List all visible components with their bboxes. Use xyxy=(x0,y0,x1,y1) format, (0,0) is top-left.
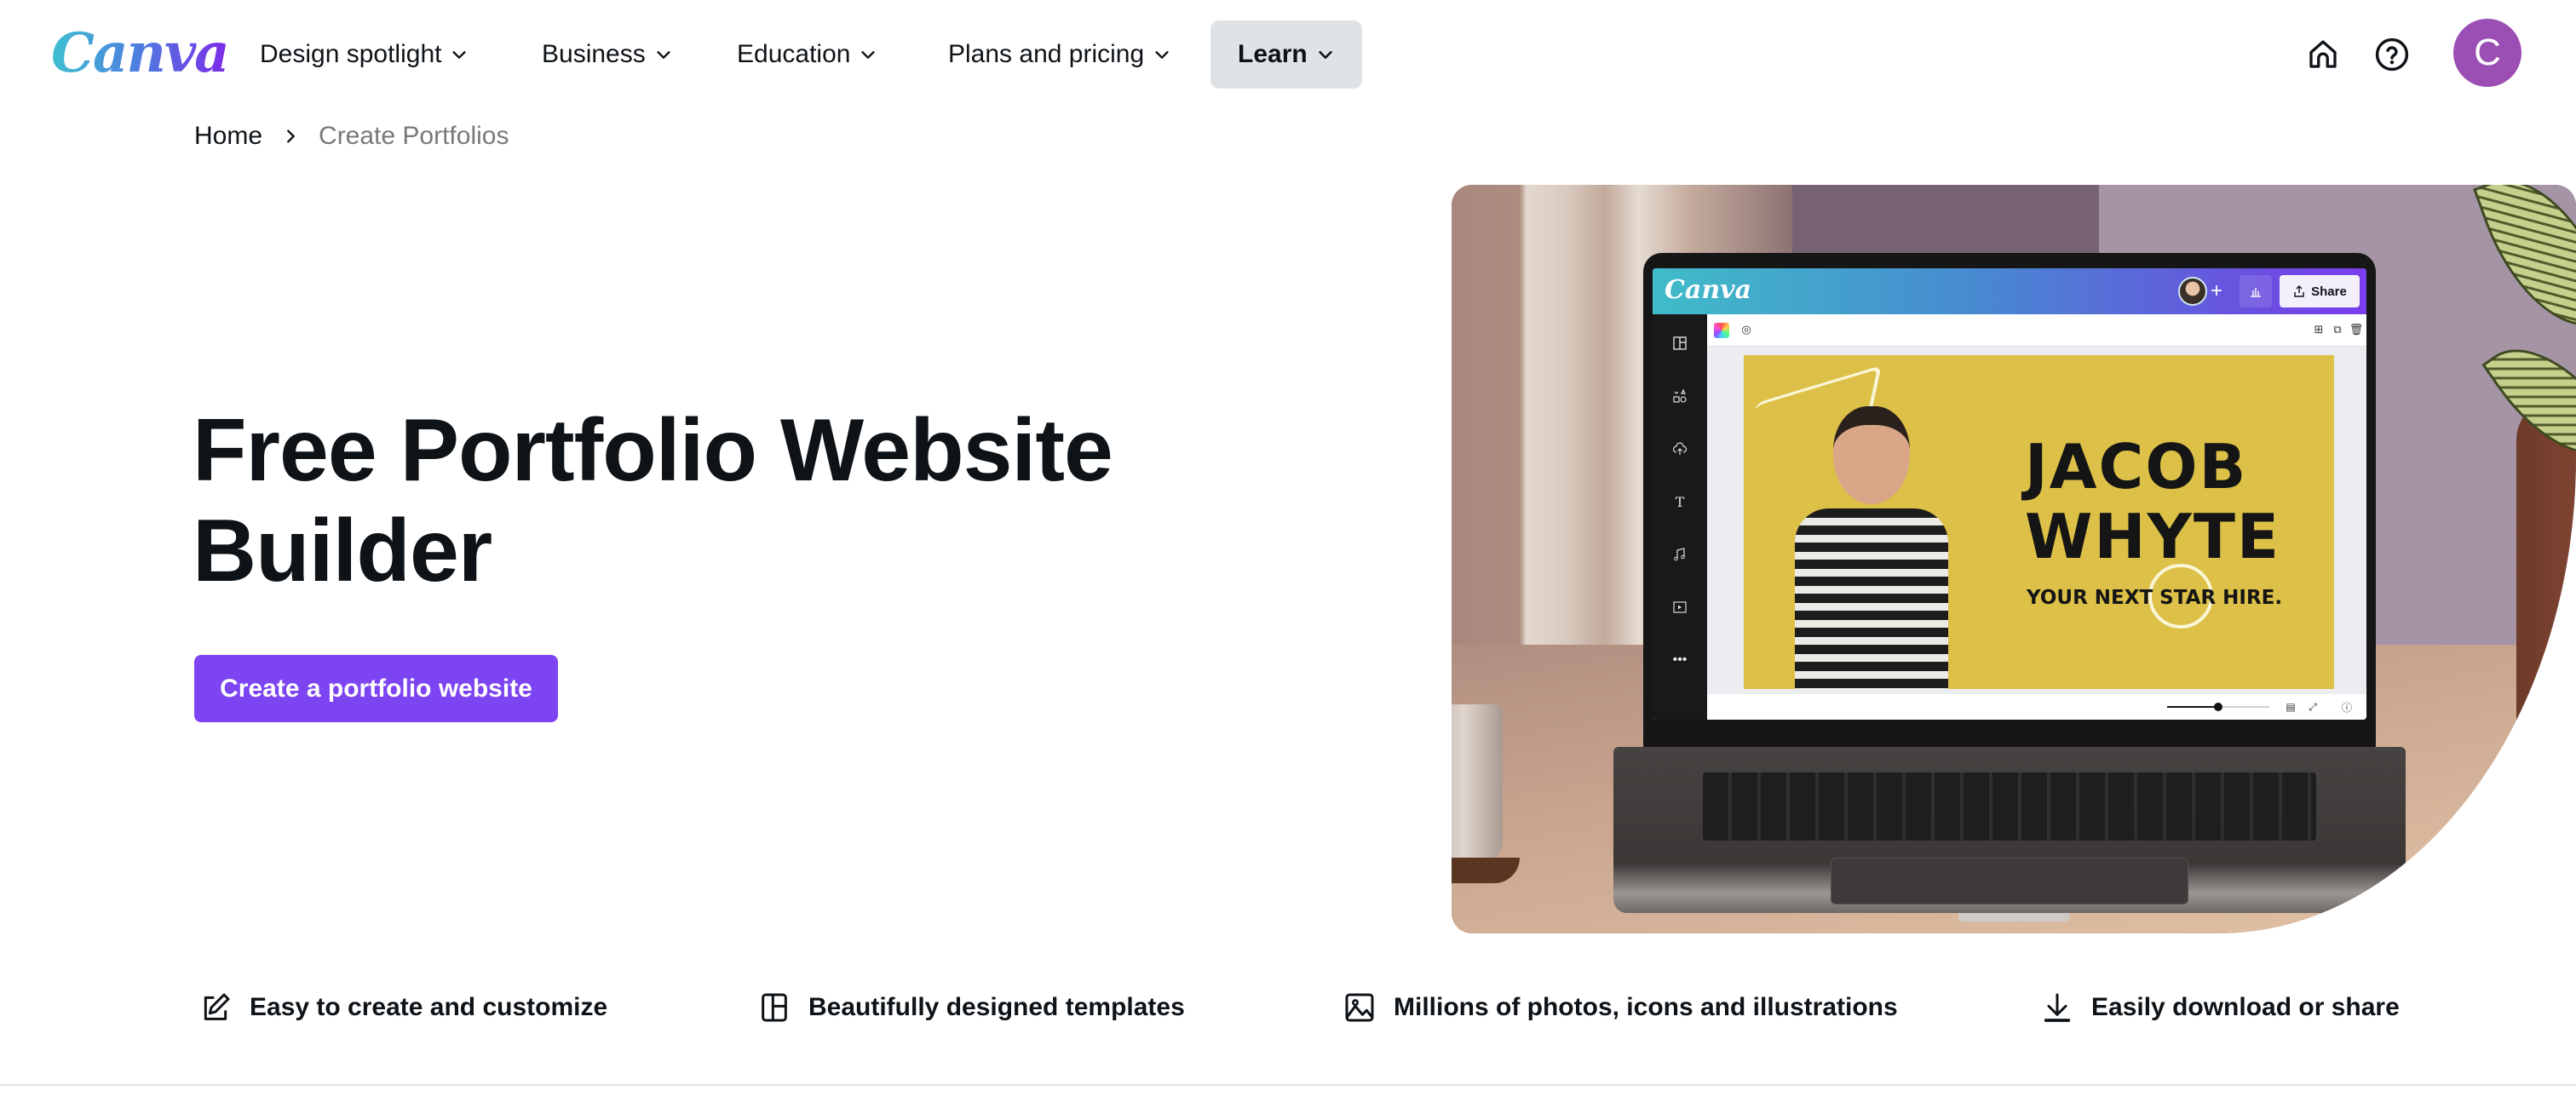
style-icon: ◎ xyxy=(1741,323,1751,336)
chevron-down-icon xyxy=(657,51,670,59)
laptop-notch xyxy=(1958,913,2069,922)
image-icon xyxy=(1345,993,1374,1022)
hero-image: Canva + Share T ••• ◎ ⊞ ⧉ 🗑 JACOB WHYTE … xyxy=(1452,185,2576,933)
editor-toolbar: ◎ ⊞ ⧉ 🗑 xyxy=(1707,314,2366,347)
feature-label: Easily download or share xyxy=(2091,993,2400,1021)
add-page-icon: ⊞ xyxy=(2314,323,2324,336)
editor-share-button: Share xyxy=(2280,275,2360,307)
help-icon xyxy=(2375,37,2409,72)
nav-item-education[interactable]: Education xyxy=(737,20,877,89)
editor-sidebar: T ••• xyxy=(1653,314,1707,720)
design-canvas: JACOB WHYTE YOUR NEXT STAR HIRE. xyxy=(1744,355,2334,689)
chevron-down-icon xyxy=(452,51,467,59)
templates-icon xyxy=(1670,333,1690,353)
chevron-right-icon xyxy=(287,129,295,143)
feature-item: Easy to create and customize xyxy=(198,988,607,1027)
nav-item-label: Education xyxy=(737,40,851,68)
editor-logo: Canva xyxy=(1665,275,1751,305)
editor-avatar xyxy=(2178,277,2207,306)
duplicate-page-icon: ⧉ xyxy=(2333,323,2342,336)
help-button[interactable] xyxy=(2372,34,2412,75)
zoom-slider-fill xyxy=(2167,706,2218,708)
top-navigation: Canva Design spotlight Business Educatio… xyxy=(0,0,2576,109)
user-avatar[interactable]: C xyxy=(2453,19,2521,87)
nav-item-label: Learn xyxy=(1238,40,1308,68)
fullscreen-icon: ⤢ xyxy=(2309,700,2317,713)
nav-item-label: Business xyxy=(542,40,646,68)
nav-item-label: Plans and pricing xyxy=(948,40,1145,68)
laptop-trackpad xyxy=(1831,858,2188,904)
uploads-icon xyxy=(1670,439,1690,459)
edit-icon xyxy=(204,993,230,1020)
editor-header: Canva + Share xyxy=(1653,268,2366,314)
share-icon xyxy=(2294,285,2304,297)
share-label: Share xyxy=(2311,284,2347,299)
design-name-line-2: WHYTE xyxy=(2025,501,2281,572)
plus-icon: + xyxy=(2211,279,2223,302)
delete-icon: 🗑 xyxy=(2349,323,2364,336)
nav-item-learn[interactable]: Learn xyxy=(1210,20,1362,89)
elements-icon xyxy=(1670,386,1690,406)
plant-pot xyxy=(2516,398,2576,875)
design-tagline: YOUR NEXT STAR HIRE. xyxy=(2027,587,2283,609)
head xyxy=(1833,406,1910,504)
analytics-icon xyxy=(2240,275,2272,307)
nav-item-plans-and-pricing[interactable]: Plans and pricing xyxy=(948,20,1171,89)
more-icon: ••• xyxy=(1672,652,1688,667)
editor-footer: ▤ ⤢ ⓘ xyxy=(1707,694,2366,720)
design-name-line-1: JACOB xyxy=(2025,431,2248,502)
feature-label: Millions of photos, icons and illustrati… xyxy=(1394,993,1898,1021)
canva-logo[interactable]: Canva xyxy=(51,19,230,87)
section-divider xyxy=(0,1084,2576,1086)
nav-item-label: Design spotlight xyxy=(260,40,442,68)
help-icon: ⓘ xyxy=(2341,701,2352,714)
breadcrumb-home-link[interactable]: Home xyxy=(194,122,262,151)
home-button[interactable] xyxy=(2303,34,2343,75)
color-picker-icon xyxy=(1714,323,1729,338)
text-icon: T xyxy=(1675,493,1685,510)
chevron-down-icon xyxy=(1155,51,1169,59)
design-name: JACOB WHYTE xyxy=(2025,432,2280,571)
home-icon xyxy=(2309,40,2337,68)
laptop-keyboard xyxy=(1703,772,2316,841)
audio-icon xyxy=(1670,544,1690,565)
download-icon xyxy=(2044,993,2071,1022)
breadcrumb-current: Create Portfolios xyxy=(319,122,509,150)
grid-view-icon: ▤ xyxy=(2286,701,2296,713)
canva-editor-mockup: Canva + Share T ••• ◎ ⊞ ⧉ 🗑 JACOB WHYTE … xyxy=(1653,268,2366,720)
zoom-slider-knob xyxy=(2214,703,2222,711)
zoom-slider xyxy=(2167,703,2269,711)
feature-item: Beautifully designed templates xyxy=(757,988,1185,1027)
chevron-down-icon xyxy=(1319,50,1332,59)
feature-item: Millions of photos, icons and illustrati… xyxy=(1343,988,1898,1027)
create-portfolio-website-button[interactable]: Create a portfolio website xyxy=(194,655,558,722)
feature-item: Easily download or share xyxy=(2040,988,2400,1027)
nav-item-design-spotlight[interactable]: Design spotlight xyxy=(260,20,469,89)
striped-shirt xyxy=(1795,508,1948,689)
chevron-down-icon xyxy=(861,51,876,59)
layout-icon xyxy=(762,993,787,1022)
page-title-line-2: Builder xyxy=(193,502,492,600)
breadcrumb: Home Create Portfolios xyxy=(194,119,509,153)
cup xyxy=(1452,704,1503,866)
page-title: Free Portfolio Website Builder xyxy=(193,400,1300,601)
feature-label: Beautifully designed templates xyxy=(808,993,1185,1021)
videos-icon xyxy=(1670,597,1690,617)
feature-label: Easy to create and customize xyxy=(250,993,608,1021)
portrait-photo xyxy=(1778,389,1965,689)
nav-item-business[interactable]: Business xyxy=(542,20,673,89)
page-title-line-1: Free Portfolio Website xyxy=(193,401,1113,500)
